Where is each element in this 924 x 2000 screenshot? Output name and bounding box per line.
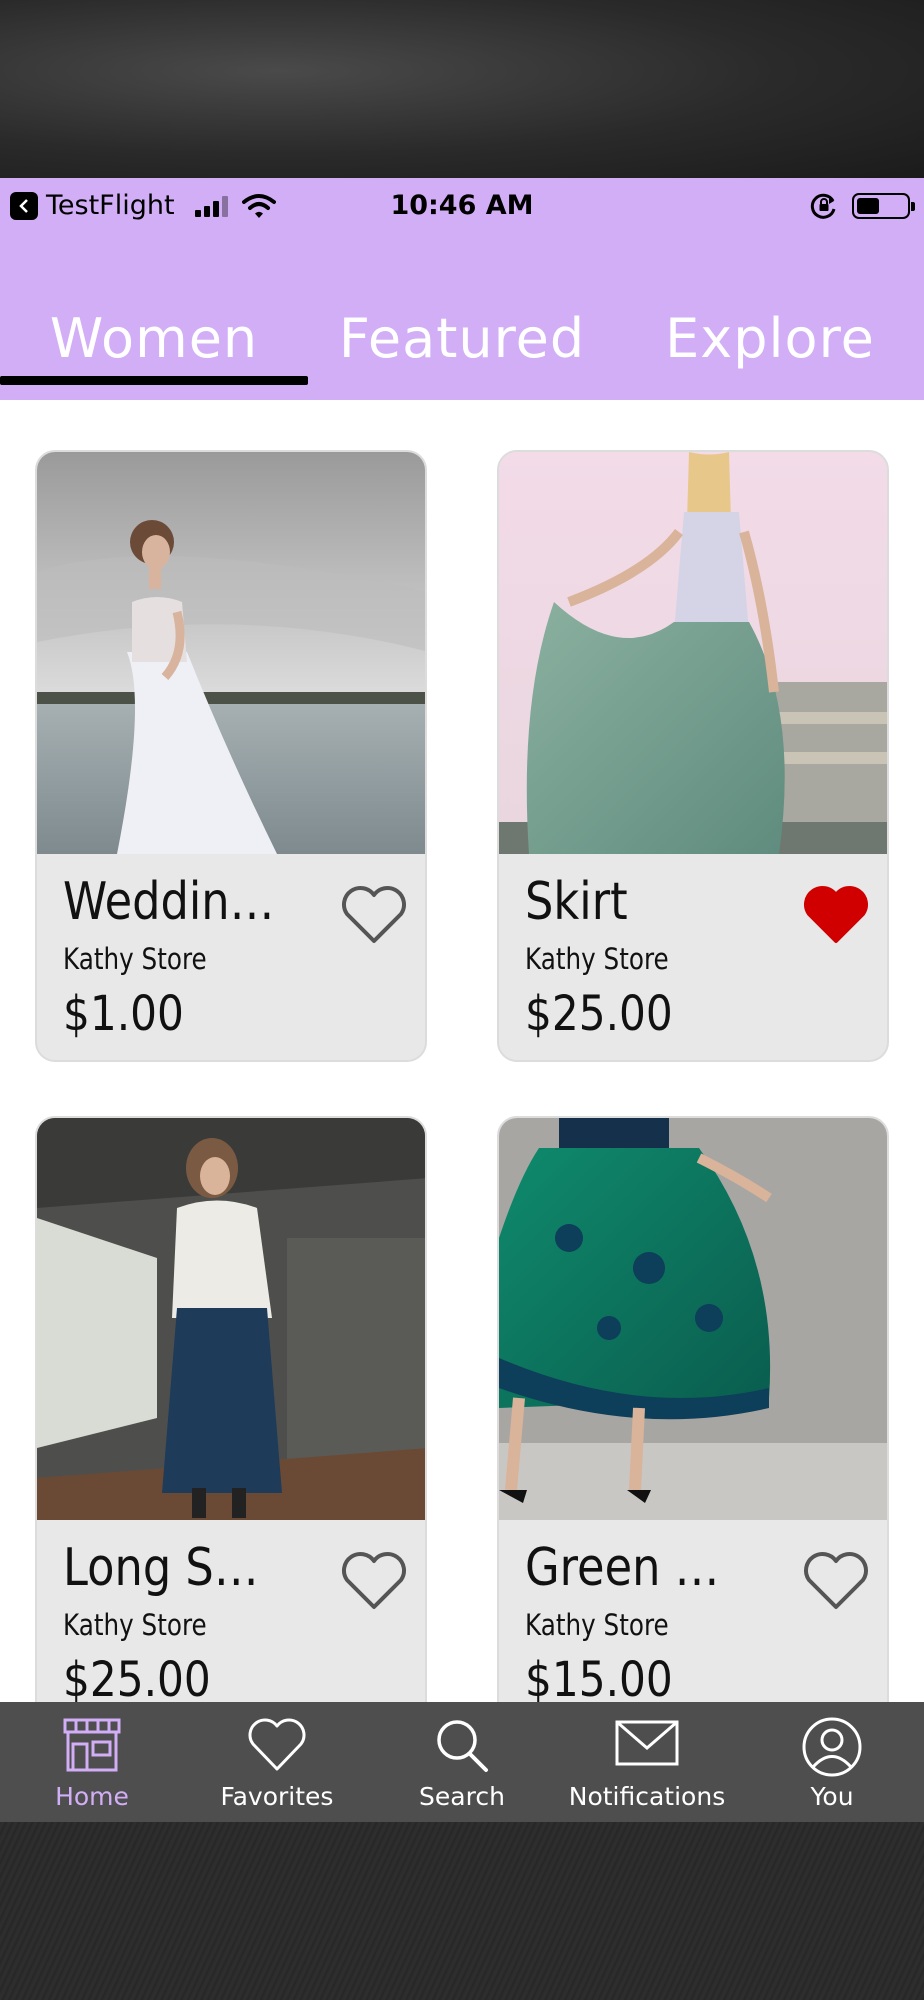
- product-price: $25.00: [525, 986, 673, 1042]
- tab-featured[interactable]: Featured: [308, 288, 616, 388]
- product-title: Wedding…: [63, 872, 278, 932]
- product-title: Skirt: [525, 872, 628, 932]
- product-title: Long Skirt: [63, 1538, 278, 1598]
- search-icon: [437, 1720, 488, 1772]
- tabbar-label: You: [810, 1782, 854, 1811]
- background-fabric-bottom: [0, 1822, 924, 2000]
- product-image: [499, 452, 887, 854]
- store-name: Kathy Store: [525, 942, 669, 976]
- tab-explore[interactable]: Explore: [616, 288, 924, 388]
- tabbar-label: Search: [419, 1782, 505, 1811]
- favorite-outline-icon[interactable]: [801, 1550, 871, 1612]
- product-card[interactable]: Skirt Kathy Store $25.00: [497, 450, 889, 1062]
- bottom-tab-bar: Home Favorites Search Notifications You: [0, 1702, 924, 1822]
- favorite-outline-icon[interactable]: [339, 1550, 409, 1612]
- store-name: Kathy Store: [63, 942, 207, 976]
- product-image: [37, 452, 425, 854]
- product-card[interactable]: Long Skirt Kathy Store $25.00: [35, 1116, 427, 1728]
- product-card[interactable]: Wedding… Kathy Store $1.00: [35, 450, 427, 1062]
- product-image: [499, 1118, 887, 1520]
- tabbar-label: Home: [55, 1782, 129, 1811]
- tabbar-notifications[interactable]: Notifications: [555, 1702, 739, 1822]
- app-screen: TestFlight 10:46 AM Women Featured Explo…: [0, 178, 924, 1822]
- product-price: $15.00: [525, 1652, 673, 1708]
- clock: 10:46 AM: [390, 190, 534, 221]
- user-icon: [802, 1717, 862, 1777]
- rotation-lock-icon: [810, 193, 836, 219]
- product-image: [37, 1118, 425, 1520]
- tabbar-search[interactable]: Search: [370, 1702, 554, 1822]
- heart-icon: [248, 1718, 306, 1771]
- product-price: $1.00: [63, 986, 184, 1042]
- store-name: Kathy Store: [63, 1608, 207, 1642]
- tab-women[interactable]: Women: [0, 288, 308, 388]
- product-card[interactable]: Green skirt Kathy Store $15.00: [497, 1116, 889, 1728]
- tabbar-label: Favorites: [220, 1782, 334, 1811]
- favorite-outline-icon[interactable]: [339, 884, 409, 946]
- tabbar-home[interactable]: Home: [0, 1702, 184, 1822]
- header: TestFlight 10:46 AM Women Featured Explo…: [0, 178, 924, 400]
- storefront-icon: [63, 1718, 121, 1772]
- product-price: $25.00: [63, 1652, 211, 1708]
- tabbar-label: Notifications: [568, 1782, 726, 1811]
- product-title: Green skirt: [525, 1538, 740, 1598]
- store-name: Kathy Store: [525, 1608, 669, 1642]
- selected-tab-indicator: [0, 376, 308, 385]
- favorite-filled-icon[interactable]: [801, 884, 871, 946]
- status-bar: TestFlight 10:46 AM: [0, 178, 924, 234]
- tabbar-you[interactable]: You: [740, 1702, 924, 1822]
- background-fabric-top: [0, 0, 924, 178]
- envelope-icon: [615, 1720, 679, 1766]
- battery-icon: [852, 193, 915, 219]
- tabbar-favorites[interactable]: Favorites: [185, 1702, 369, 1822]
